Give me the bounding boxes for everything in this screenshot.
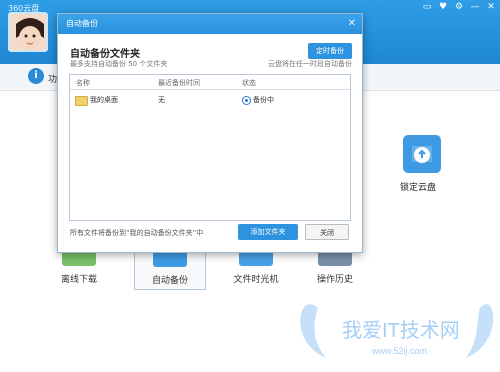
last-backup-value: 无 xyxy=(158,96,165,104)
avatar[interactable] xyxy=(8,12,48,52)
folder-name: 我的桌面 xyxy=(90,96,118,104)
watermark: 我爱IT技术网 www.52ij.com xyxy=(290,290,500,369)
col-last-backup: 最近备份时间 xyxy=(158,79,200,87)
offline-download-label: 离线下载 xyxy=(60,275,97,285)
timer-backup-button[interactable]: 定时备份 xyxy=(308,43,352,59)
close-button[interactable]: 关闭 xyxy=(305,224,349,240)
window-icon[interactable]: ▭ xyxy=(422,2,432,12)
window-controls: ▭ ♥ ⚙ — ✕ xyxy=(422,2,496,12)
status-radio[interactable] xyxy=(242,96,251,105)
dialog-subtext: 最多支持自动备份 50 个文件夹 xyxy=(70,60,168,68)
col-status: 状态 xyxy=(242,79,256,87)
auto-backup-label: 自动备份 xyxy=(151,276,188,286)
cloud-lock-icon xyxy=(412,146,432,163)
info-icon: i xyxy=(28,68,44,84)
time-machine-label: 文件时光机 xyxy=(233,275,279,285)
operation-history-label: 操作历史 xyxy=(316,275,353,285)
heart-icon[interactable]: ♥ xyxy=(438,2,448,12)
close-window-icon[interactable]: ✕ xyxy=(486,2,496,12)
info-text: 功 xyxy=(48,75,58,85)
dialog-heading: 自动备份文件夹 xyxy=(70,49,140,60)
add-folder-button[interactable]: 添加文件夹 xyxy=(238,224,298,240)
dialog-titlebar: 自动备份 ✕ xyxy=(58,14,362,34)
dialog-title: 自动备份 xyxy=(66,19,98,28)
close-icon[interactable]: ✕ xyxy=(348,14,356,34)
auto-backup-dialog: 自动备份 ✕ 自动备份文件夹 最多支持自动备份 50 个文件夹 定时备份 云盘将… xyxy=(57,13,363,253)
table-header: 名称 最近备份时间 状态 xyxy=(70,75,350,90)
settings-icon[interactable]: ⚙ xyxy=(454,2,464,12)
folder-icon xyxy=(75,96,88,106)
lock-cloud-label: 锁定云盘 xyxy=(400,183,437,193)
watermark-url: www.52ij.com xyxy=(371,346,427,356)
status-value: 备份中 xyxy=(253,96,274,104)
table-row[interactable]: 我的桌面 无 备份中 xyxy=(70,93,350,107)
cloud-note: 云盘将在任一时段自动备份 xyxy=(268,60,352,68)
footer-note: 所有文件将备份到“我的自动备份文件夹”中 xyxy=(70,229,204,237)
minimize-icon[interactable]: — xyxy=(470,2,480,12)
dialog-body: 自动备份文件夹 最多支持自动备份 50 个文件夹 定时备份 云盘将在任一时段自动… xyxy=(58,34,362,252)
watermark-text: 我爱IT技术网 xyxy=(342,319,460,342)
avatar-image xyxy=(10,14,46,50)
col-name: 名称 xyxy=(76,79,90,87)
watermark-graphic: 我爱IT技术网 www.52ij.com xyxy=(300,304,494,358)
lock-cloud-tile[interactable] xyxy=(403,135,441,173)
backup-folder-table: 名称 最近备份时间 状态 我的桌面 无 备份中 xyxy=(69,74,351,221)
